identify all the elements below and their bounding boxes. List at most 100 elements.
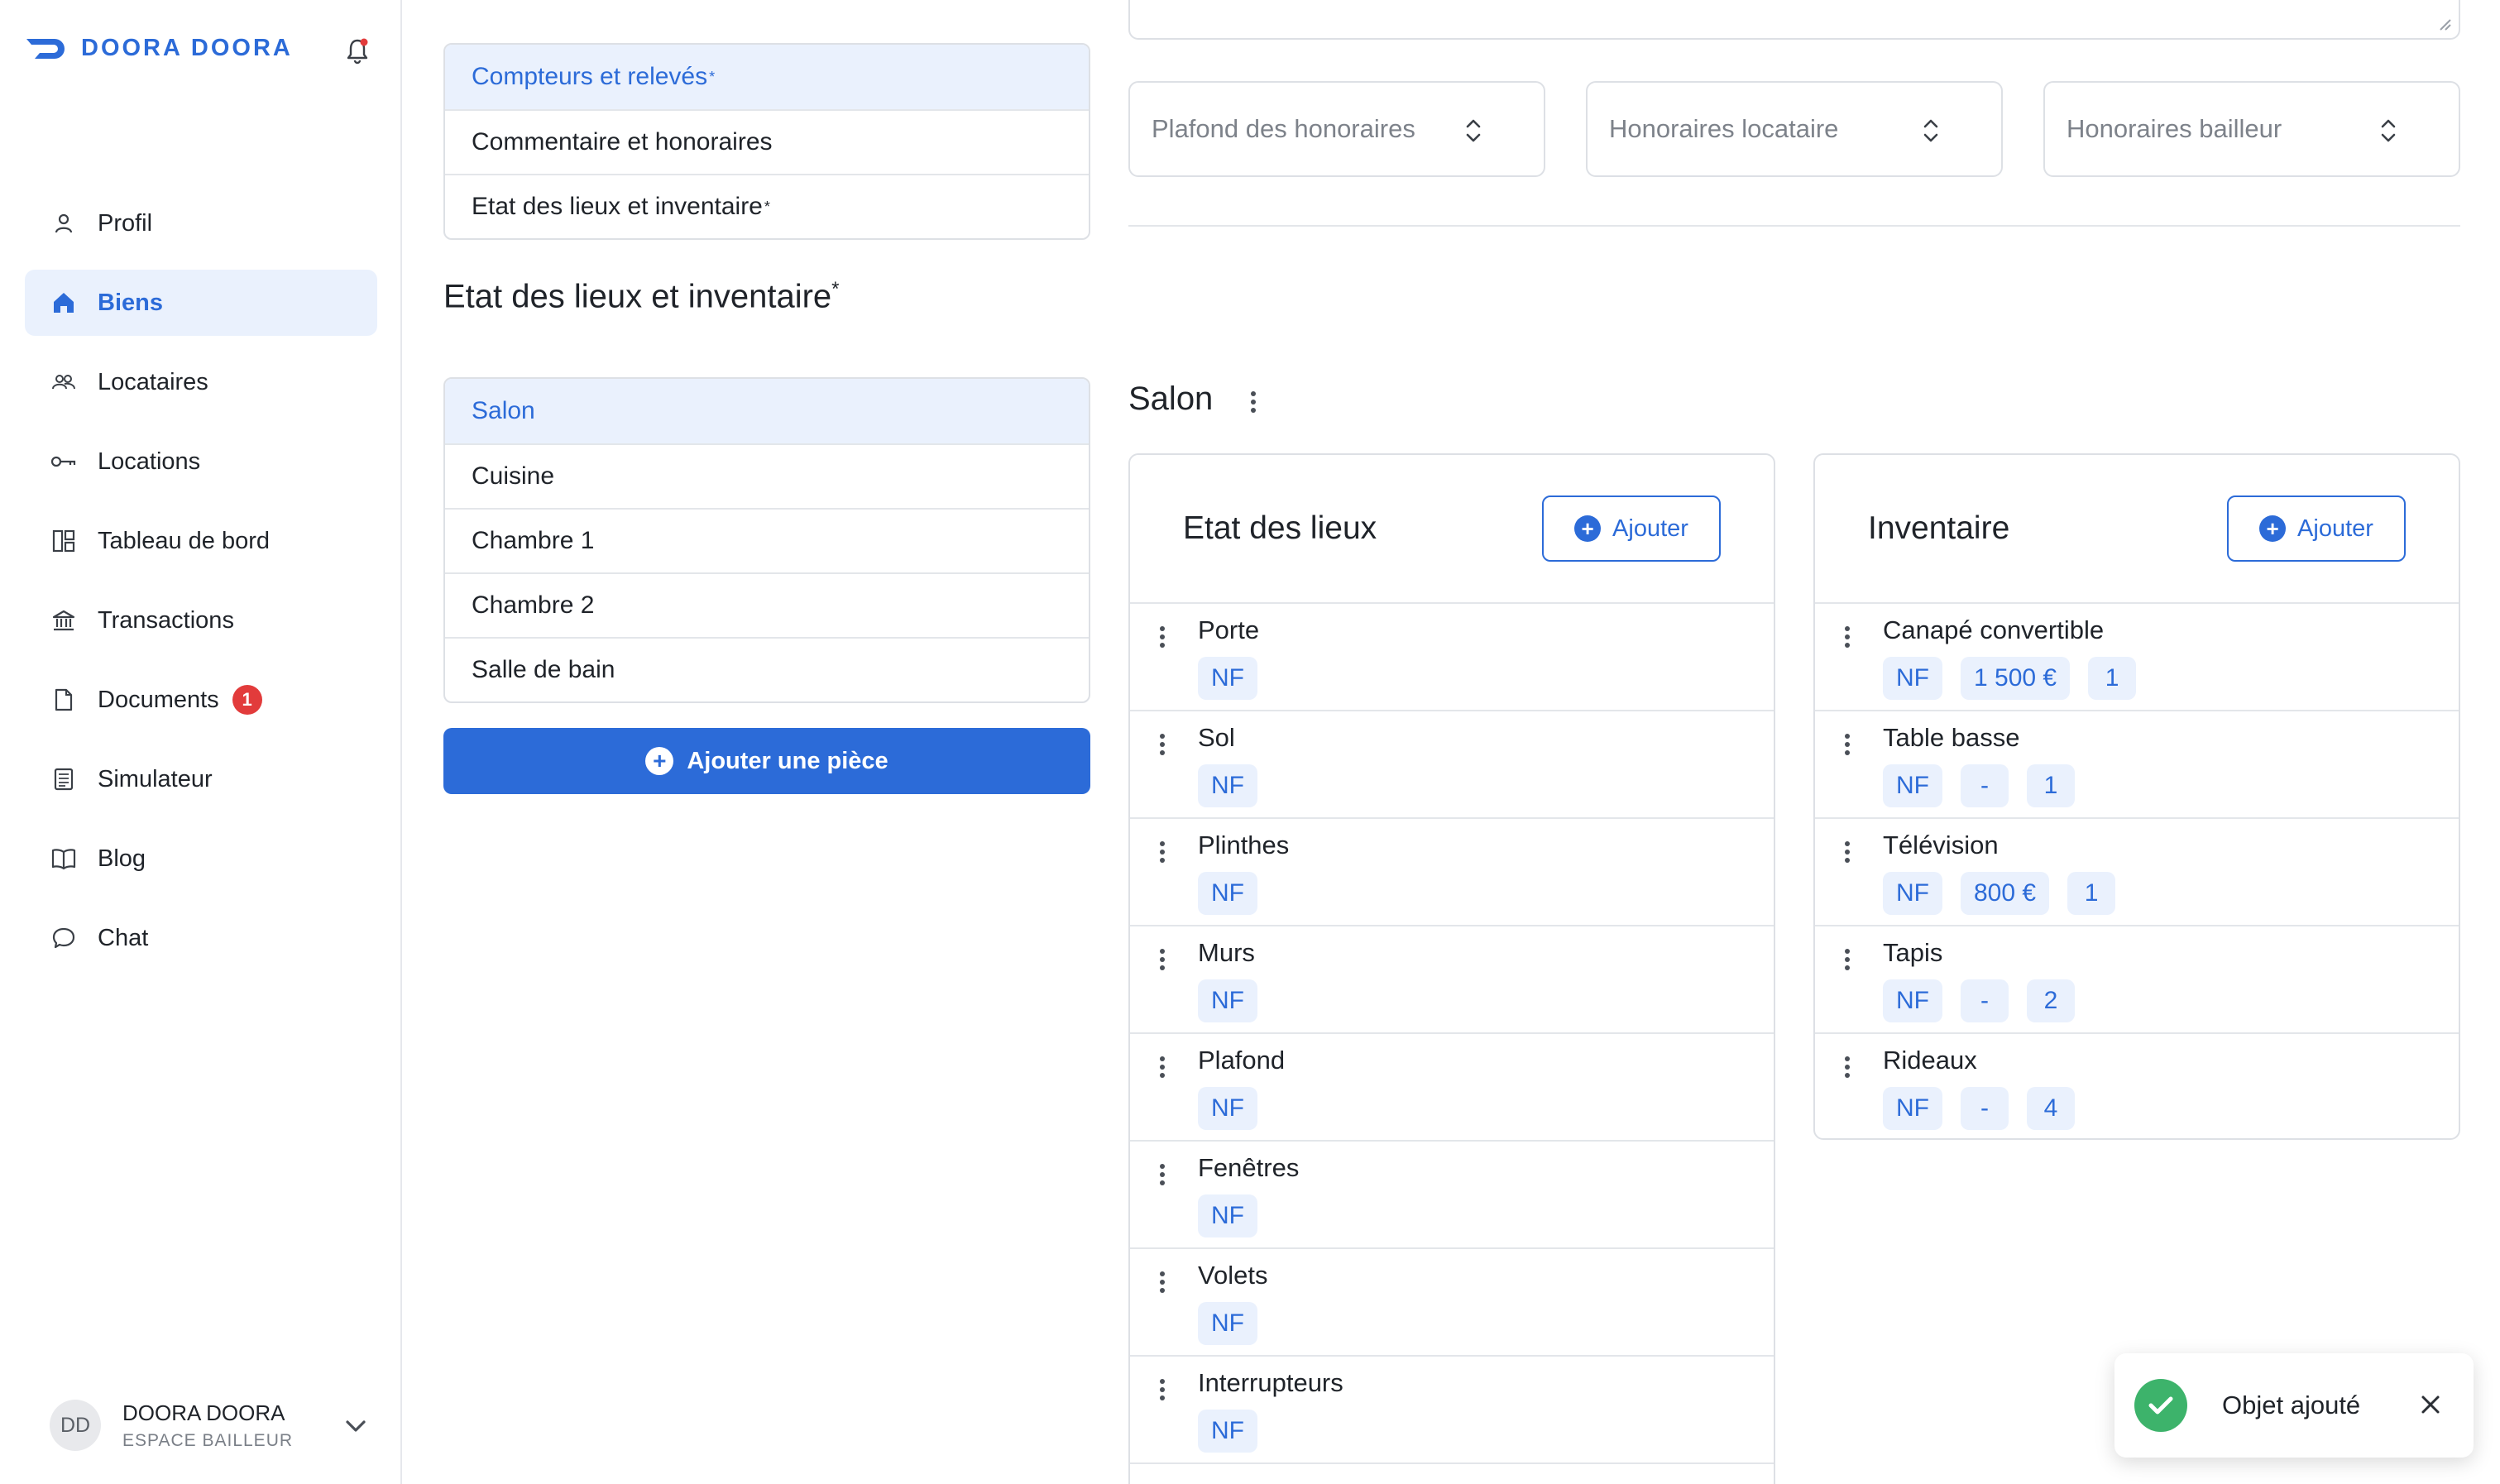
user-name: DOORA DOORA	[122, 1400, 285, 1425]
toast-message: Objet ajouté	[2222, 1391, 2361, 1419]
list-item: Interrupteurs NF	[1130, 1357, 1774, 1464]
item-kebab-menu-icon[interactable]	[1837, 1051, 1858, 1084]
item-name: Tapis	[1883, 938, 1943, 967]
item-name: Plinthes	[1198, 831, 1290, 859]
item-tag: 2	[2027, 979, 2075, 1022]
item-tag: NF	[1883, 764, 1942, 807]
item-name: Rideaux	[1883, 1046, 1977, 1075]
book-icon	[50, 845, 78, 873]
room-item-chambre-1[interactable]: Chambre 1	[445, 508, 1089, 572]
item-tag: NF	[1883, 872, 1942, 915]
item-kebab-menu-icon[interactable]	[1152, 835, 1173, 869]
list-item: Sol NF	[1130, 711, 1774, 819]
success-toast: Objet ajouté	[2114, 1353, 2474, 1458]
user-icon	[50, 209, 78, 237]
item-kebab-menu-icon[interactable]	[1152, 728, 1173, 761]
plus-circle-icon: +	[2259, 515, 2287, 542]
stepper-arrows-icon[interactable]	[1461, 114, 1486, 147]
stepper-arrows-icon[interactable]	[1918, 114, 1943, 147]
required-marker: *	[709, 68, 716, 85]
document-icon	[50, 686, 78, 714]
comment-textarea[interactable]	[1128, 0, 2460, 40]
stepper-arrows-icon[interactable]	[2376, 114, 2401, 147]
item-kebab-menu-icon[interactable]	[1837, 728, 1858, 761]
sidebar-item-locations[interactable]: Locations	[25, 428, 377, 495]
list-item: Volets NF	[1130, 1249, 1774, 1357]
resize-handle-icon[interactable]	[2435, 15, 2452, 31]
item-kebab-menu-icon[interactable]	[1837, 943, 1858, 976]
room-item-salon[interactable]: Salon	[445, 379, 1089, 443]
list-item: Fenêtres NF	[1130, 1142, 1774, 1249]
room-item-salle-de-bain[interactable]: Salle de bain	[445, 637, 1089, 701]
add-room-button[interactable]: + Ajouter une pièce	[443, 728, 1090, 794]
plus-circle-icon: +	[1574, 515, 1602, 542]
add-etat-item-button[interactable]: + Ajouter	[1542, 495, 1721, 562]
sidebar-item-label: Transactions	[98, 606, 234, 634]
sidebar-nav: Profil Biens Locataires Locations Tablea…	[25, 190, 377, 984]
list-item: Table basse NF -1	[1815, 711, 2459, 819]
sidebar-item-transactions[interactable]: Transactions	[25, 587, 377, 653]
item-tags: NF	[1198, 1302, 1276, 1345]
fee-cap-input[interactable]: Plafond des honoraires	[1128, 81, 1545, 177]
item-tags: NF	[1198, 657, 1276, 700]
plus-circle-icon: +	[645, 747, 674, 775]
panel-title: Etat des lieux	[1183, 510, 1377, 546]
sidebar-item-label: Locataires	[98, 368, 208, 395]
item-name: Plafond	[1198, 1046, 1286, 1075]
item-kebab-menu-icon[interactable]	[1152, 1373, 1173, 1406]
sidebar-item-profil[interactable]: Profil	[25, 190, 377, 256]
sidebar-item-documents[interactable]: Documents 1	[25, 667, 377, 733]
sidebar-item-simulateur[interactable]: Simulateur	[25, 746, 377, 812]
item-kebab-menu-icon[interactable]	[1152, 620, 1173, 653]
sidebar-item-label: Documents	[98, 686, 219, 713]
sidebar-item-tableau-de-bord[interactable]: Tableau de bord	[25, 508, 377, 574]
item-tag: NF	[1198, 1302, 1257, 1345]
dashboard-icon	[50, 527, 78, 555]
item-name: Fenêtres	[1198, 1153, 1300, 1182]
item-name: Table basse	[1883, 723, 2020, 752]
section-link-commentaire[interactable]: Commentaire et honoraires	[445, 109, 1089, 174]
home-icon	[50, 289, 78, 317]
brand-logo[interactable]: DOORA DOORA	[25, 35, 293, 62]
inventaire-panel: Inventaire + Ajouter Canapé convertible N…	[1813, 453, 2460, 1140]
item-kebab-menu-icon[interactable]	[1152, 1158, 1173, 1191]
room-options-kebab-icon[interactable]	[1241, 387, 1266, 417]
close-icon[interactable]	[2416, 1390, 2445, 1419]
section-link-compteurs[interactable]: Compteurs et relevés *	[445, 45, 1089, 109]
list-item: Tapis NF -2	[1815, 926, 2459, 1034]
inventory-items-list: Canapé convertible NF 1 500 €1 Table basse N…	[1815, 604, 2459, 1138]
list-item: Rideaux NF -4	[1815, 1034, 2459, 1138]
sidebar: DOORA DOORA Profil Biens Locataires Loca…	[0, 0, 402, 1484]
tenant-fee-input[interactable]: Honoraires locataire	[1586, 81, 2003, 177]
section-link-label: Compteurs et relevés	[472, 63, 708, 90]
user-account-menu[interactable]: DD DOORA DOORA ESPACE BAILLEUR	[50, 1396, 372, 1454]
item-kebab-menu-icon[interactable]	[1152, 943, 1173, 976]
add-button-label: Ajouter	[2297, 515, 2373, 542]
room-item-cuisine[interactable]: Cuisine	[445, 443, 1089, 508]
item-kebab-menu-icon[interactable]	[1152, 1266, 1173, 1299]
sidebar-item-label: Simulateur	[98, 765, 213, 792]
add-inventory-item-button[interactable]: + Ajouter	[2227, 495, 2406, 562]
item-tag: 1	[2088, 657, 2137, 700]
item-kebab-menu-icon[interactable]	[1152, 1051, 1173, 1084]
sidebar-item-locataires[interactable]: Locataires	[25, 349, 377, 415]
item-tags: NF	[1198, 764, 1276, 807]
item-tags: NF	[1198, 1087, 1276, 1130]
item-tag: NF	[1198, 764, 1257, 807]
item-tag: NF	[1198, 979, 1257, 1022]
item-tag: NF	[1198, 1410, 1257, 1453]
item-kebab-menu-icon[interactable]	[1837, 620, 1858, 653]
landlord-fee-input[interactable]: Honoraires bailleur	[2043, 81, 2460, 177]
item-kebab-menu-icon[interactable]	[1837, 835, 1858, 869]
notification-bell-icon[interactable]	[341, 35, 374, 68]
inventory-section-title: Etat des lieux et inventaire*	[443, 278, 840, 315]
room-item-chambre-2[interactable]: Chambre 2	[445, 572, 1089, 637]
etat-des-lieux-panel: Etat des lieux + Ajouter Porte NF Sol NF Pli…	[1128, 453, 1775, 1484]
chevron-down-icon[interactable]	[339, 1410, 372, 1443]
item-tag: NF	[1883, 979, 1942, 1022]
sidebar-item-biens[interactable]: Biens	[25, 270, 377, 336]
item-tags: NF -2	[1883, 979, 2093, 1022]
sidebar-item-chat[interactable]: Chat	[25, 905, 377, 971]
section-link-etat-des-lieux[interactable]: Etat des lieux et inventaire *	[445, 174, 1089, 238]
sidebar-item-blog[interactable]: Blog	[25, 826, 377, 892]
